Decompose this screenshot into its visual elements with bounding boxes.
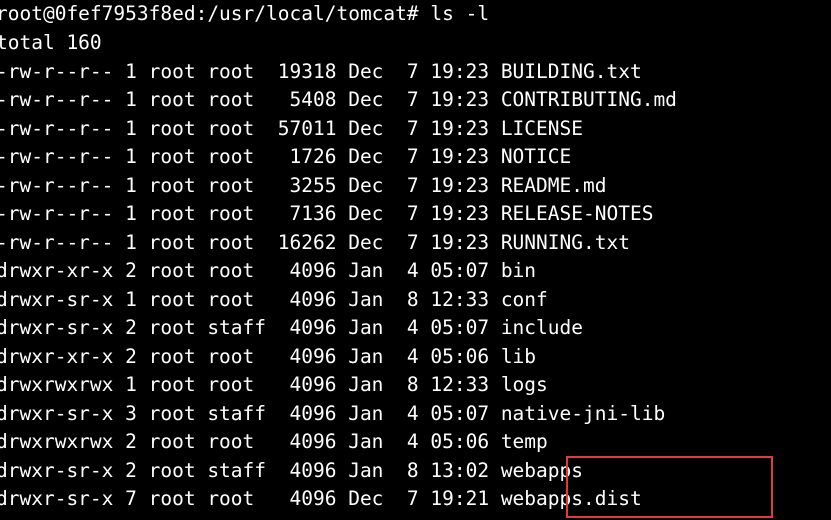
listing-row: drwxr-sr-x 2 root staff 4096 Jan 4 05:07…: [0, 316, 583, 339]
listing-row: drwxrwxrwx 1 root root 4096 Jan 8 12:33 …: [0, 373, 548, 396]
listing-row: -rw-r--r-- 1 root root 16262 Dec 7 19:23…: [0, 231, 630, 254]
total-line: total 160: [0, 31, 102, 54]
listing-row: -rw-r--r-- 1 root root 19318 Dec 7 19:23…: [0, 60, 642, 83]
listing-row: drwxr-xr-x 2 root root 4096 Jan 4 05:06 …: [0, 345, 537, 368]
listing-row-webapps: drwxr-sr-x 2 root staff 4096 Jan 8 13:02…: [0, 459, 583, 482]
listing-row: drwxr-xr-x 2 root root 4096 Jan 4 05:07 …: [0, 259, 537, 282]
listing-row: -rw-r--r-- 1 root root 3255 Dec 7 19:23 …: [0, 174, 607, 197]
listing-row: -rw-r--r-- 1 root root 7136 Dec 7 19:23 …: [0, 202, 654, 225]
listing-row: -rw-r--r-- 1 root root 1726 Dec 7 19:23 …: [0, 145, 572, 168]
listing-row: -rw-r--r-- 1 root root 57011 Dec 7 19:23…: [0, 117, 583, 140]
listing-row: drwxr-sr-x 3 root staff 4096 Jan 4 05:07…: [0, 402, 666, 425]
listing-row-webapps-dist: drwxr-sr-x 7 root root 4096 Dec 7 19:21 …: [0, 487, 642, 510]
prompt-line: root@0fef7953f8ed:/usr/local/tomcat# ls …: [0, 2, 490, 25]
highlight-box: [566, 456, 773, 518]
listing-row: -rw-r--r-- 1 root root 5408 Dec 7 19:23 …: [0, 88, 677, 111]
listing-row: drwxrwxrwx 2 root root 4096 Jan 4 05:06 …: [0, 430, 548, 453]
listing-row: drwxr-sr-x 1 root root 4096 Jan 8 12:33 …: [0, 288, 548, 311]
terminal-window[interactable]: root@0fef7953f8ed:/usr/local/tomcat# ls …: [0, 0, 831, 520]
